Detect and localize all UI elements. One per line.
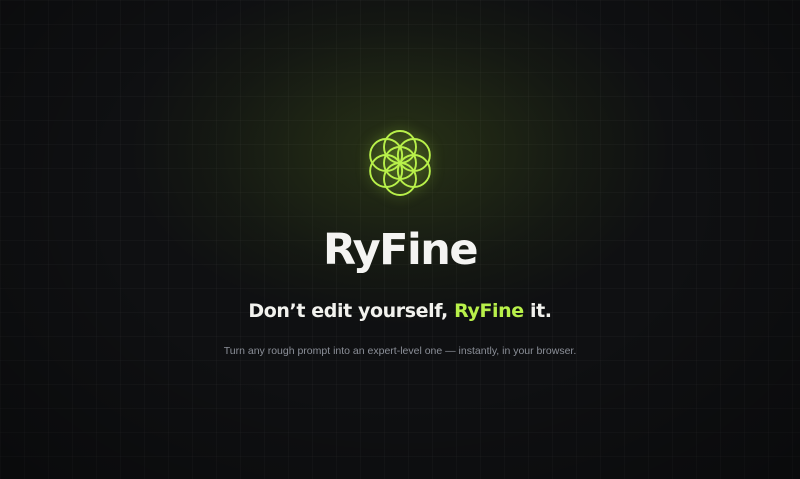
brand-name: RyFine bbox=[322, 225, 479, 275]
tagline-highlight: RyFine bbox=[454, 300, 524, 322]
tagline-prefix: Don’t edit yourself, bbox=[248, 300, 455, 322]
tagline: Don’t edit yourself, RyFine it. bbox=[0, 297, 800, 325]
flower-of-life-icon bbox=[366, 129, 434, 197]
tagline-suffix: it. bbox=[523, 300, 552, 322]
hero-section: RyFine Don’t edit yourself, RyFine it. T… bbox=[0, 0, 800, 479]
subtitle: Turn any rough prompt into an expert-lev… bbox=[223, 345, 577, 357]
